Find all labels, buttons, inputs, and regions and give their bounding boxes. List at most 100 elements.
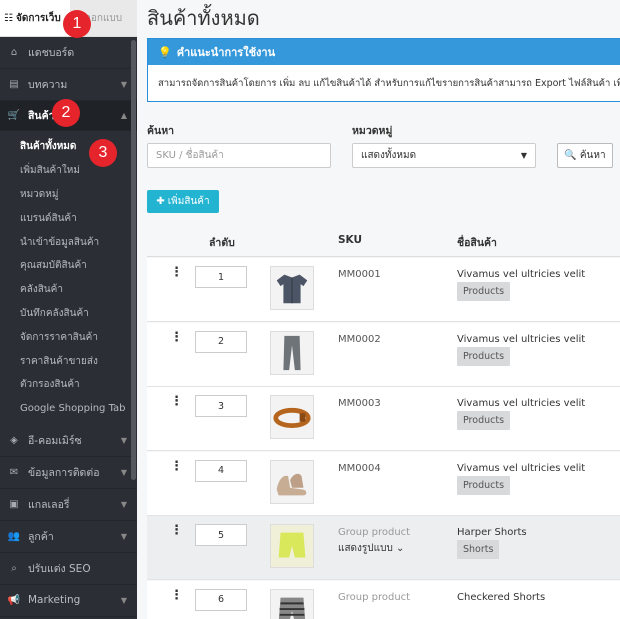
category-tag: Products <box>457 346 511 366</box>
main-content: สินค้าทั้งหมด 💡 คำแนะนำการใช้งาน สามารถจ… <box>137 0 620 619</box>
drag-handle-icon[interactable]: ⋮ <box>170 524 183 537</box>
order-input[interactable]: 6 <box>195 588 247 611</box>
search-button[interactable]: 🔍 ค้นหา <box>557 143 613 168</box>
search-label: ค้นหา <box>147 125 175 137</box>
sidebar-item-megaphone[interactable]: 📢 Marketing ▼ <box>0 585 137 617</box>
category-tag: Shorts <box>457 540 500 559</box>
sidebar-item-label: แกลเลอรี่ <box>28 498 70 511</box>
product-name[interactable]: Vivamus vel ultricies velit <box>457 269 585 280</box>
table-row: ⋮ 2 MM0002 Vivamus vel ultricies velit Produ… <box>147 322 620 387</box>
product-thumbnail[interactable] <box>270 588 314 619</box>
submenu-item[interactable]: Google Shopping Tab <box>0 397 137 421</box>
category-select[interactable]: แสดงทั้งหมด ▼ <box>352 143 536 168</box>
step-badge-1: 1 <box>63 10 91 38</box>
table-row: ⋮ 3 MM0003 Vivamus vel ultricies velit Produ… <box>147 387 620 451</box>
sidebar-item-search[interactable]: ⌕ ปรับแต่ง SEO <box>0 553 137 585</box>
drag-handle-icon[interactable]: ⋮ <box>170 395 183 408</box>
step-badge-2: 2 <box>52 99 80 127</box>
column-name: ชื่อสินค้า <box>457 237 497 249</box>
caret-down-icon: ▼ <box>520 151 527 160</box>
file-icon: ▤ <box>9 79 19 90</box>
sidebar-item-envelope[interactable]: ✉ ข้อมูลการติดต่อ ▼ <box>0 457 137 489</box>
sidebar-item-users[interactable]: 👥 ลูกค้า ▼ <box>0 521 137 553</box>
submenu-item[interactable]: หมวดหมู่ <box>0 183 137 207</box>
category-tag: Products <box>457 411 511 430</box>
product-name[interactable]: Vivamus vel ultricies velit <box>457 463 585 474</box>
product-thumbnail[interactable] <box>270 459 314 504</box>
sidebar-item-label: อี-คอมเมิร์ซ <box>28 434 82 447</box>
sidebar-item-label: ลูกค้า <box>28 530 54 543</box>
help-text: สามารถจัดการสินค้าโดยการ เพิ่ม ลบ แก้ไขส… <box>158 78 620 89</box>
chevron-down-icon: ▼ <box>120 595 127 605</box>
submenu-item[interactable]: คุณสมบัติสินค้า <box>0 254 137 278</box>
chevron-down-icon: ▼ <box>120 531 127 541</box>
help-panel: 💡 คำแนะนำการใช้งาน สามารถจัดการสินค้าโดย… <box>147 38 620 102</box>
tab-manage-site[interactable]: ☷ จัดการเว็บ <box>0 0 70 36</box>
chevron-up-icon: ▲ <box>120 111 127 120</box>
step-badge-3: 3 <box>89 139 117 167</box>
submenu-item[interactable]: นำเข้าข้อมูลสินค้า <box>0 230 137 254</box>
order-input[interactable]: 3 <box>195 395 247 417</box>
envelope-icon: ✉ <box>9 466 19 478</box>
product-name[interactable]: Vivamus vel ultricies velit <box>457 334 585 345</box>
product-sku: Group product <box>338 527 411 538</box>
sidebar-item-home[interactable]: ⌂ แดชบอร์ด <box>0 37 137 69</box>
sidebar-item-label: Marketing <box>28 594 81 607</box>
show-variants-label: แสดงรูปแบบ <box>338 543 393 554</box>
products-submenu: สินค้าทั้งหมด เพิ่มสินค้าใหม่ หมวดหมู่ แบรน… <box>0 131 137 425</box>
grid-icon: ☷ <box>4 12 13 24</box>
chevron-down-icon: ▼ <box>120 499 127 509</box>
sidebar-item-label: แดชบอร์ด <box>28 47 75 59</box>
product-thumbnail[interactable] <box>270 330 314 375</box>
search-input[interactable]: SKU / ชื่อสินค้า <box>147 143 331 168</box>
sidebar-item-label: บทความ <box>28 79 68 91</box>
sidebar: ☷ จัดการเว็บ ออกแบบ ⌂ แดชบอร์ด ▤ บทความ ▼ 🛒 … <box>0 0 137 619</box>
drag-handle-icon[interactable]: ⋮ <box>170 460 183 473</box>
category-tag: Products <box>457 475 511 495</box>
submenu-item[interactable]: ตัวกรองสินค้า <box>0 373 137 397</box>
sidebar-scrollbar[interactable] <box>131 40 136 480</box>
cart-icon: 🛒 <box>7 110 21 121</box>
search-placeholder: SKU / ชื่อสินค้า <box>156 150 224 161</box>
image-icon: ▣ <box>9 498 19 510</box>
sidebar-item-image[interactable]: ▣ แกลเลอรี่ ▼ <box>0 489 137 521</box>
drag-handle-icon[interactable]: ⋮ <box>170 331 183 344</box>
order-input[interactable]: 4 <box>195 459 247 482</box>
search-icon: ⌕ <box>11 562 17 574</box>
search-icon: 🔍 <box>564 150 577 161</box>
submenu-item[interactable]: จัดการราคาสินค้า <box>0 325 137 349</box>
sidebar-item-file[interactable]: ▤ บทความ ▼ <box>0 69 137 101</box>
sidebar-item-label: สินค้า <box>28 110 55 122</box>
drag-handle-icon[interactable]: ⋮ <box>170 266 183 279</box>
submenu-item[interactable]: เพิ่มสินค้าใหม่ <box>0 159 137 183</box>
order-input[interactable]: 1 <box>195 266 247 288</box>
column-order: ลำดับ <box>209 237 235 249</box>
chevron-down-icon: ▼ <box>120 435 127 445</box>
order-input[interactable]: 5 <box>195 524 247 546</box>
submenu-item[interactable]: คลังสินค้า <box>0 278 137 302</box>
show-variants-toggle[interactable]: แสดงรูปแบบ ⌄ <box>338 541 404 556</box>
column-sku: SKU <box>338 234 363 246</box>
chevron-down-icon: ▼ <box>120 80 127 89</box>
product-sku: MM0002 <box>338 333 381 345</box>
submenu-item[interactable]: ราคาสินค้าขายส่ง <box>0 349 137 373</box>
product-thumbnail[interactable] <box>270 524 314 568</box>
submenu-item[interactable]: แบรนด์สินค้า <box>0 206 137 230</box>
product-name[interactable]: Checkered Shorts <box>457 592 545 603</box>
users-icon: 👥 <box>7 530 21 542</box>
order-input[interactable]: 2 <box>195 330 247 353</box>
lightbulb-icon: 💡 <box>158 45 172 59</box>
tab-manage-site-label: จัดการเว็บ <box>15 12 61 24</box>
product-name[interactable]: Vivamus vel ultricies velit <box>457 398 585 409</box>
table-row: ⋮ 5 Group product แสดงรูปแบบ ⌄ Harper Shorts… <box>147 516 620 580</box>
product-thumbnail[interactable] <box>270 266 314 310</box>
help-header: 💡 คำแนะนำการใช้งาน <box>148 39 620 65</box>
table-divider <box>147 256 620 257</box>
help-title: คำแนะนำการใช้งาน <box>176 46 276 59</box>
sidebar-item-tag[interactable]: ◈ อี-คอมเมิร์ซ ▼ <box>0 425 137 457</box>
submenu-item[interactable]: บันทึกคลังสินค้า <box>0 302 137 326</box>
drag-handle-icon[interactable]: ⋮ <box>170 589 183 602</box>
product-name[interactable]: Harper Shorts <box>457 527 527 538</box>
add-product-button[interactable]: ✚ เพิ่มสินค้า <box>147 190 219 213</box>
product-thumbnail[interactable] <box>270 395 314 439</box>
